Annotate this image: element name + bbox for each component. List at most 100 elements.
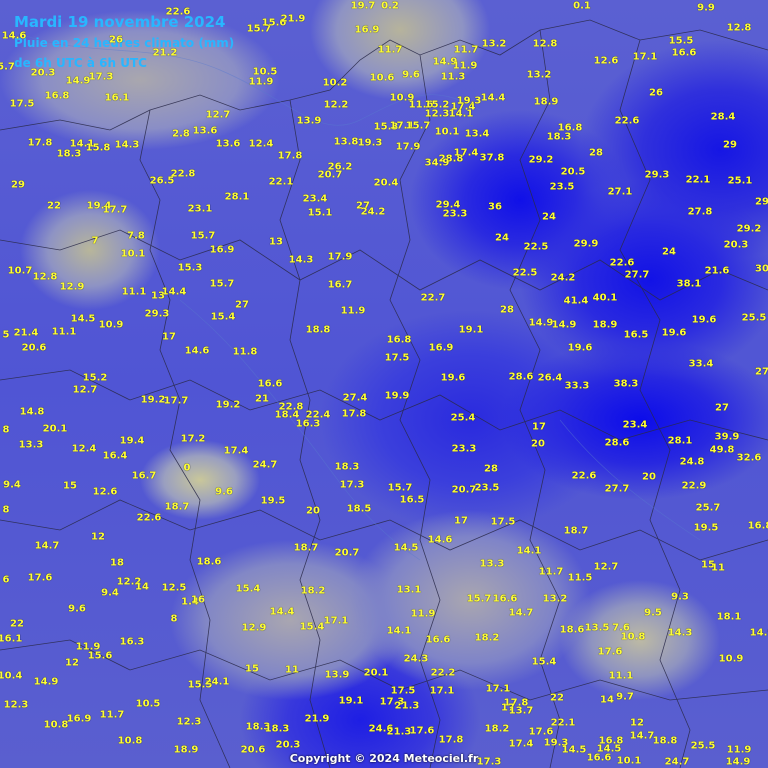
station-value: 11.7 [99, 709, 125, 721]
station-value: 6 [2, 574, 10, 586]
station-value: 17.9 [327, 251, 353, 263]
station-value: 12.8 [532, 38, 558, 50]
station-value: 10.4 [0, 670, 23, 682]
station-value: 22 [47, 200, 61, 212]
station-value: 24.2 [550, 272, 576, 284]
station-value: 19.1 [458, 324, 484, 336]
station-value: 17.6 [27, 572, 53, 584]
station-value: 19.5 [693, 522, 719, 534]
station-value: 15.8 [85, 142, 111, 154]
station-value: 17.6 [597, 646, 623, 658]
station-value: 12.9 [241, 622, 267, 634]
station-value: 8 [2, 424, 10, 436]
station-value: 40.1 [592, 292, 618, 304]
station-value: 20 [306, 505, 320, 517]
station-value: 21.9 [304, 713, 330, 725]
station-value: 14.5 [393, 542, 419, 554]
station-value: 22.6 [571, 470, 597, 482]
station-value: 0.2 [381, 0, 399, 12]
station-value: 33.3 [564, 380, 590, 392]
station-value: 12.7 [593, 561, 619, 573]
station-value: 9.6 [215, 486, 233, 498]
station-value: 13.3 [479, 558, 505, 570]
station-value: 29.2 [528, 154, 554, 166]
station-value: 20.3 [723, 239, 749, 251]
station-value: 24.7 [252, 459, 278, 471]
station-value: 28.4 [710, 111, 736, 123]
station-value: 18.9 [173, 744, 199, 756]
station-value: 18.6 [196, 556, 222, 568]
station-value: 10.1 [434, 126, 460, 138]
station-value: 17.6 [409, 725, 435, 737]
station-value: 12.8 [32, 271, 58, 283]
station-value: 17.1 [632, 51, 658, 63]
station-value: 12.6 [92, 486, 118, 498]
station-value: 17.4 [453, 147, 479, 159]
station-value: 20.5 [560, 166, 586, 178]
station-value: 12.2 [323, 99, 349, 111]
station-value: 12.9 [59, 281, 85, 293]
station-value: 18.7 [164, 501, 190, 513]
station-value: 13.2 [542, 593, 568, 605]
station-value: 23.1 [187, 203, 213, 215]
station-value: 20.6 [240, 744, 266, 756]
station-value: 19.3 [357, 137, 383, 149]
station-value: 24.3 [403, 653, 429, 665]
station-value: 16.4 [102, 450, 128, 462]
station-value: 24.8 [679, 456, 705, 468]
station-value: 18.9 [533, 96, 559, 108]
station-value: 28 [500, 304, 514, 316]
station-value: 0.1 [573, 0, 591, 12]
station-value: 16.6 [671, 47, 697, 59]
station-value: 13.7 [508, 705, 534, 717]
station-value: 9.4 [101, 587, 119, 599]
station-value: 32.6 [736, 452, 762, 464]
station-value: 11.9 [452, 60, 478, 72]
station-value: 12 [65, 657, 79, 669]
station-value: 38.1 [676, 278, 702, 290]
station-value: 24.2 [360, 206, 386, 218]
station-value: 24.1 [204, 676, 230, 688]
station-value: 10.9 [718, 653, 744, 665]
station-value: 14.6 [184, 345, 210, 357]
station-value: 15.7 [387, 482, 413, 494]
station-value: 29.3 [644, 169, 670, 181]
station-value: 14.1 [448, 108, 474, 120]
station-value: 16.9 [66, 713, 92, 725]
station-value: 10.1 [120, 248, 146, 260]
station-value: 19.9 [384, 390, 410, 402]
station-value: 21.2 [152, 47, 178, 59]
station-value: 28 [589, 147, 603, 159]
station-value: 10.8 [620, 631, 646, 643]
station-value: 17.5 [490, 516, 516, 528]
station-value: 16.3 [295, 418, 321, 430]
station-value: 17 [532, 421, 546, 433]
station-value: 25.5 [741, 312, 767, 324]
station-value: 19.1 [338, 695, 364, 707]
station-value: 18.3 [546, 131, 572, 143]
station-value: 14.9 [725, 756, 751, 768]
station-value: 19.3 [456, 95, 482, 107]
station-value: 33.4 [688, 358, 714, 370]
station-value: 25.4 [450, 412, 476, 424]
station-value: 20.3 [30, 67, 56, 79]
station-value: 24.7 [664, 756, 690, 768]
station-value: 9.4 [3, 479, 21, 491]
station-value: 11.9 [248, 76, 274, 88]
station-value: 20.7 [317, 169, 343, 181]
station-value: 14.4 [269, 606, 295, 618]
station-value: 9.5 [644, 607, 662, 619]
station-value: 16.7 [327, 279, 353, 291]
station-value: 17.7 [102, 204, 128, 216]
station-value: 17 [162, 331, 176, 343]
station-value: 15 [245, 663, 259, 675]
station-value: 7.8 [127, 230, 145, 242]
station-value: 22.6 [136, 512, 162, 524]
station-value: 15.6 [87, 650, 113, 662]
station-value: 12.4 [71, 443, 97, 455]
station-value: 14.6 [1, 30, 27, 42]
station-value: 14.9 [749, 627, 768, 639]
station-value: 14.8 [19, 406, 45, 418]
station-value: 14.9 [65, 75, 91, 87]
station-value: 23.4 [622, 419, 648, 431]
